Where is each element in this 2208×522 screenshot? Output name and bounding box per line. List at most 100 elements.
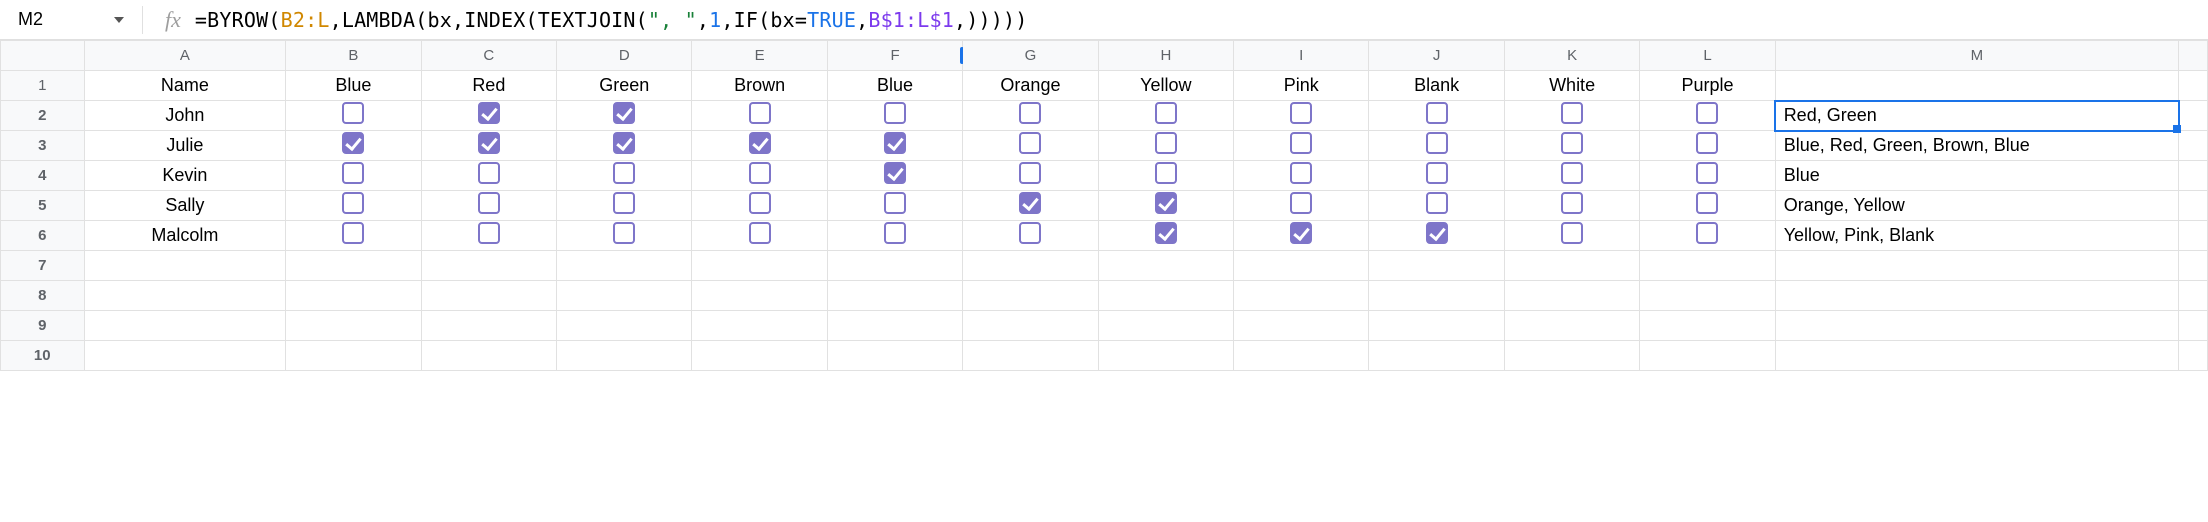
- checkbox-icon[interactable]: [1155, 192, 1177, 214]
- checkbox-icon[interactable]: [1696, 222, 1718, 244]
- checkbox-icon[interactable]: [884, 132, 906, 154]
- checkbox-icon[interactable]: [1426, 192, 1448, 214]
- cell-L3[interactable]: [1640, 131, 1775, 161]
- cell-D2[interactable]: [557, 101, 692, 131]
- cell-K6[interactable]: [1504, 221, 1639, 251]
- checkbox-icon[interactable]: [884, 102, 906, 124]
- cell-C6[interactable]: [421, 221, 556, 251]
- empty-cell[interactable]: [557, 281, 692, 311]
- cell-I3[interactable]: [1234, 131, 1369, 161]
- empty-cell[interactable]: [1775, 251, 2178, 281]
- checkbox-icon[interactable]: [1155, 132, 1177, 154]
- checkbox-icon[interactable]: [1019, 222, 1041, 244]
- checkbox-icon[interactable]: [342, 222, 364, 244]
- empty-cell[interactable]: [557, 251, 692, 281]
- empty-cell[interactable]: [1098, 311, 1233, 341]
- cell-A5[interactable]: Sally: [84, 191, 286, 221]
- empty-cell[interactable]: [827, 281, 962, 311]
- cell-M1[interactable]: [1775, 71, 2178, 101]
- checkbox-icon[interactable]: [1696, 192, 1718, 214]
- checkbox-icon[interactable]: [613, 132, 635, 154]
- checkbox-icon[interactable]: [342, 102, 364, 124]
- cell-C5[interactable]: [421, 191, 556, 221]
- cell-J4[interactable]: [1369, 161, 1504, 191]
- empty-cell[interactable]: [1098, 281, 1233, 311]
- cell-J3[interactable]: [1369, 131, 1504, 161]
- row-header-10[interactable]: 10: [1, 341, 85, 371]
- empty-cell[interactable]: [692, 341, 827, 371]
- empty-cell[interactable]: [692, 281, 827, 311]
- checkbox-icon[interactable]: [342, 162, 364, 184]
- empty-cell[interactable]: [2179, 281, 2208, 311]
- checkbox-icon[interactable]: [342, 192, 364, 214]
- cell-K4[interactable]: [1504, 161, 1639, 191]
- cell-B3[interactable]: [286, 131, 421, 161]
- checkbox-icon[interactable]: [884, 192, 906, 214]
- empty-cell[interactable]: [692, 251, 827, 281]
- empty-cell[interactable]: [84, 251, 286, 281]
- cell-B1[interactable]: Blue: [286, 71, 421, 101]
- checkbox-icon[interactable]: [478, 222, 500, 244]
- checkbox-icon[interactable]: [1019, 162, 1041, 184]
- cell-K1[interactable]: White: [1504, 71, 1639, 101]
- cell-M3[interactable]: Blue, Red, Green, Brown, Blue: [1775, 131, 2178, 161]
- cell-F2[interactable]: [827, 101, 962, 131]
- cell-I5[interactable]: [1234, 191, 1369, 221]
- empty-cell[interactable]: [421, 311, 556, 341]
- empty-cell[interactable]: [963, 251, 1098, 281]
- row-header-5[interactable]: 5: [1, 191, 85, 221]
- empty-cell[interactable]: [286, 281, 421, 311]
- cell-E1[interactable]: Brown: [692, 71, 827, 101]
- empty-cell[interactable]: [84, 311, 286, 341]
- checkbox-icon[interactable]: [1696, 162, 1718, 184]
- empty-cell[interactable]: [963, 311, 1098, 341]
- cell-M6[interactable]: Yellow, Pink, Blank: [1775, 221, 2178, 251]
- cell-D5[interactable]: [557, 191, 692, 221]
- cell-L6[interactable]: [1640, 221, 1775, 251]
- checkbox-icon[interactable]: [1290, 222, 1312, 244]
- checkbox-icon[interactable]: [478, 162, 500, 184]
- column-header-H[interactable]: H: [1098, 41, 1233, 71]
- empty-cell[interactable]: [1234, 311, 1369, 341]
- column-header-E[interactable]: E: [692, 41, 827, 71]
- checkbox-icon[interactable]: [1290, 102, 1312, 124]
- empty-cell[interactable]: [421, 251, 556, 281]
- empty-cell[interactable]: [1640, 341, 1775, 371]
- cell-F6[interactable]: [827, 221, 962, 251]
- row-header-1[interactable]: 1: [1, 71, 85, 101]
- checkbox-icon[interactable]: [1290, 132, 1312, 154]
- cell-H6[interactable]: [1098, 221, 1233, 251]
- empty-cell[interactable]: [692, 311, 827, 341]
- checkbox-icon[interactable]: [1561, 162, 1583, 184]
- empty-cell[interactable]: [421, 281, 556, 311]
- cell-I6[interactable]: [1234, 221, 1369, 251]
- cell-I2[interactable]: [1234, 101, 1369, 131]
- cell-C1[interactable]: Red: [421, 71, 556, 101]
- checkbox-icon[interactable]: [1290, 162, 1312, 184]
- empty-cell[interactable]: [1640, 251, 1775, 281]
- empty-cell[interactable]: [84, 281, 286, 311]
- cell-K5[interactable]: [1504, 191, 1639, 221]
- row-header-8[interactable]: 8: [1, 281, 85, 311]
- checkbox-icon[interactable]: [749, 192, 771, 214]
- cell-B6[interactable]: [286, 221, 421, 251]
- row-header-2[interactable]: 2: [1, 101, 85, 131]
- empty-cell[interactable]: [1504, 281, 1639, 311]
- checkbox-icon[interactable]: [613, 192, 635, 214]
- cell-C2[interactable]: [421, 101, 556, 131]
- checkbox-icon[interactable]: [884, 222, 906, 244]
- cell-B5[interactable]: [286, 191, 421, 221]
- cell-A3[interactable]: Julie: [84, 131, 286, 161]
- cell-E4[interactable]: [692, 161, 827, 191]
- cell-F4[interactable]: [827, 161, 962, 191]
- cell-L1[interactable]: Purple: [1640, 71, 1775, 101]
- checkbox-icon[interactable]: [1426, 102, 1448, 124]
- empty-cell[interactable]: [963, 341, 1098, 371]
- cell-A4[interactable]: Kevin: [84, 161, 286, 191]
- cell-N2[interactable]: [2179, 101, 2208, 131]
- checkbox-icon[interactable]: [749, 132, 771, 154]
- cell-H3[interactable]: [1098, 131, 1233, 161]
- column-header-D[interactable]: D: [557, 41, 692, 71]
- column-header-J[interactable]: J: [1369, 41, 1504, 71]
- cell-C3[interactable]: [421, 131, 556, 161]
